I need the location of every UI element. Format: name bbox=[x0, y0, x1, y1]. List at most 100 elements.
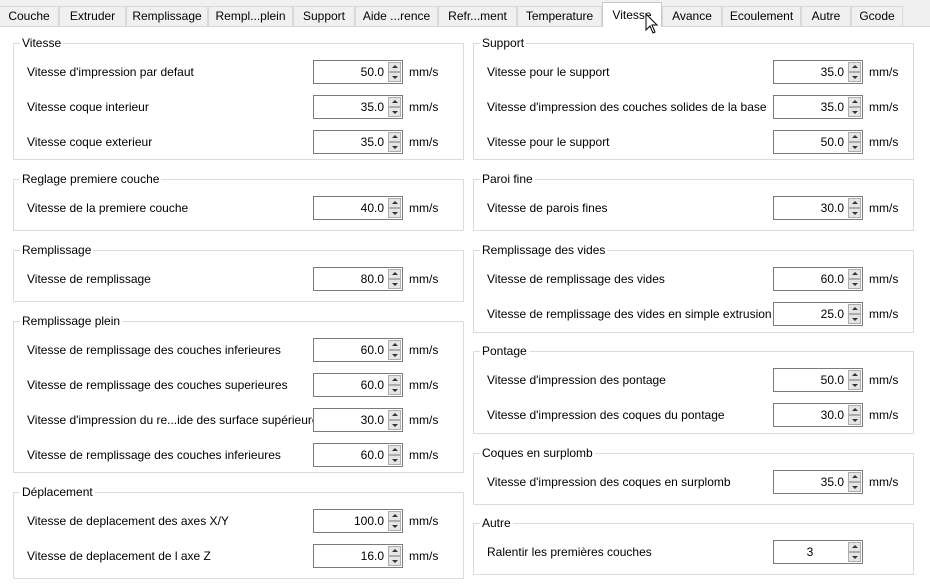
thin-walls-speed-spinbox[interactable] bbox=[773, 196, 863, 220]
spin-up-arrow-icon[interactable] bbox=[388, 410, 401, 420]
spin-up-arrow-icon[interactable] bbox=[388, 546, 401, 556]
tab-aide-adherence[interactable]: Aide ...rence bbox=[355, 6, 438, 26]
single-extrusion-gap-fill-spinbox[interactable] bbox=[773, 302, 863, 326]
spinbox-input[interactable] bbox=[314, 510, 388, 532]
spinbox-input[interactable] bbox=[774, 131, 848, 153]
spin-down-arrow-icon[interactable] bbox=[848, 552, 861, 562]
spinbox-input[interactable] bbox=[774, 471, 848, 493]
spinbox-input[interactable] bbox=[774, 197, 848, 219]
spinbox-input[interactable] bbox=[314, 444, 388, 466]
spin-up-arrow-icon[interactable] bbox=[388, 269, 401, 279]
inner-shell-speed-spinbox[interactable] bbox=[313, 95, 403, 119]
spin-up-arrow-icon[interactable] bbox=[388, 340, 401, 350]
spin-up-arrow-icon[interactable] bbox=[848, 405, 861, 415]
bottom-layers-speed-spinbox[interactable] bbox=[313, 338, 403, 362]
spin-up-arrow-icon[interactable] bbox=[848, 542, 861, 552]
spin-down-arrow-icon[interactable] bbox=[388, 420, 401, 430]
support-speed-2-spinbox[interactable] bbox=[773, 130, 863, 154]
tab-couche[interactable]: Couche bbox=[0, 6, 59, 26]
bridge-speed-spinbox[interactable] bbox=[773, 368, 863, 392]
spin-up-arrow-icon[interactable] bbox=[848, 198, 861, 208]
tab-gcode[interactable]: Gcode bbox=[851, 6, 903, 26]
spin-up-arrow-icon[interactable] bbox=[388, 375, 401, 385]
spinbox-input[interactable] bbox=[314, 197, 388, 219]
spinbox-input[interactable] bbox=[774, 303, 848, 325]
spin-down-arrow-icon[interactable] bbox=[388, 279, 401, 289]
default-speed-spinbox[interactable] bbox=[313, 60, 403, 84]
mouse-cursor-icon bbox=[645, 13, 659, 34]
spin-down-arrow-icon[interactable] bbox=[848, 380, 861, 390]
spinbox-input[interactable] bbox=[774, 541, 848, 563]
spin-up-arrow-icon[interactable] bbox=[388, 445, 401, 455]
tab-refroidissement[interactable]: Refr...ment bbox=[438, 6, 517, 26]
z-travel-speed-spinbox[interactable] bbox=[313, 544, 403, 568]
spin-down-arrow-icon[interactable] bbox=[388, 72, 401, 82]
gap-fill-speed-spinbox[interactable] bbox=[773, 267, 863, 291]
spinbox-input[interactable] bbox=[314, 545, 388, 567]
spinbox-input[interactable] bbox=[314, 409, 388, 431]
spin-down-arrow-icon[interactable] bbox=[388, 208, 401, 218]
xy-travel-speed-spinbox[interactable] bbox=[313, 509, 403, 533]
tab-remplissage-plein[interactable]: Rempl...plein bbox=[208, 6, 293, 26]
spin-up-arrow-icon[interactable] bbox=[848, 132, 861, 142]
spin-down-arrow-icon[interactable] bbox=[388, 142, 401, 152]
tab-ecoulement[interactable]: Ecoulement bbox=[722, 6, 801, 26]
infill-speed-spinbox[interactable] bbox=[313, 267, 403, 291]
outer-shell-speed-spinbox[interactable] bbox=[313, 130, 403, 154]
spin-down-arrow-icon[interactable] bbox=[848, 482, 861, 492]
spin-up-arrow-icon[interactable] bbox=[848, 304, 861, 314]
tab-remplissage[interactable]: Remplissage bbox=[126, 6, 208, 26]
spin-down-arrow-icon[interactable] bbox=[848, 107, 861, 117]
tab-support[interactable]: Support bbox=[293, 6, 355, 26]
spinbox-input[interactable] bbox=[774, 268, 848, 290]
spin-up-arrow-icon[interactable] bbox=[848, 370, 861, 380]
spinbox-input[interactable] bbox=[774, 369, 848, 391]
spin-up-arrow-icon[interactable] bbox=[388, 62, 401, 72]
setting-label: Vitesse d'impression des coques du ponta… bbox=[487, 408, 725, 422]
spinbox-input[interactable] bbox=[314, 96, 388, 118]
spin-down-arrow-icon[interactable] bbox=[848, 208, 861, 218]
spin-down-arrow-icon[interactable] bbox=[388, 556, 401, 566]
top-layers-speed-spinbox[interactable] bbox=[313, 373, 403, 397]
bridge-shells-speed-spinbox[interactable] bbox=[773, 403, 863, 427]
bottom-layers-speed-2-spinbox[interactable] bbox=[313, 443, 403, 467]
spin-down-arrow-icon[interactable] bbox=[388, 385, 401, 395]
spinbox-input[interactable] bbox=[314, 339, 388, 361]
spin-down-arrow-icon[interactable] bbox=[388, 350, 401, 360]
spin-down-arrow-icon[interactable] bbox=[848, 72, 861, 82]
overhang-speed-spinbox[interactable] bbox=[773, 470, 863, 494]
spinbox-input[interactable] bbox=[314, 374, 388, 396]
spin-up-arrow-icon[interactable] bbox=[388, 511, 401, 521]
spin-up-arrow-icon[interactable] bbox=[848, 269, 861, 279]
spin-down-arrow-icon[interactable] bbox=[388, 107, 401, 117]
spin-down-arrow-icon[interactable] bbox=[388, 521, 401, 531]
setting-row: Vitesse de remplissage des couches super… bbox=[14, 373, 463, 397]
support-base-speed-spinbox[interactable] bbox=[773, 95, 863, 119]
tab-avance[interactable]: Avance bbox=[662, 6, 722, 26]
top-surface-speed-spinbox[interactable] bbox=[313, 408, 403, 432]
spin-down-arrow-icon[interactable] bbox=[848, 279, 861, 289]
spin-up-arrow-icon[interactable] bbox=[388, 97, 401, 107]
tab-temperature[interactable]: Temperature bbox=[517, 6, 602, 26]
spin-up-arrow-icon[interactable] bbox=[388, 198, 401, 208]
spinbox-input[interactable] bbox=[774, 61, 848, 83]
spinbox-input[interactable] bbox=[314, 61, 388, 83]
spinbox-input[interactable] bbox=[774, 96, 848, 118]
support-speed-spinbox[interactable] bbox=[773, 60, 863, 84]
spin-down-arrow-icon[interactable] bbox=[848, 314, 861, 324]
spinbox-input[interactable] bbox=[314, 131, 388, 153]
tab-extruder[interactable]: Extruder bbox=[59, 6, 126, 26]
spinbox-buttons bbox=[388, 62, 401, 82]
tab-autre[interactable]: Autre bbox=[801, 6, 851, 26]
spin-down-arrow-icon[interactable] bbox=[848, 415, 861, 425]
spinbox-input[interactable] bbox=[314, 268, 388, 290]
spin-up-arrow-icon[interactable] bbox=[388, 132, 401, 142]
spin-up-arrow-icon[interactable] bbox=[848, 62, 861, 72]
spin-down-arrow-icon[interactable] bbox=[848, 142, 861, 152]
spin-up-arrow-icon[interactable] bbox=[848, 97, 861, 107]
slow-first-layers-spinbox[interactable] bbox=[773, 540, 863, 564]
spinbox-input[interactable] bbox=[774, 404, 848, 426]
first-layer-speed-spinbox[interactable] bbox=[313, 196, 403, 220]
spin-down-arrow-icon[interactable] bbox=[388, 455, 401, 465]
spin-up-arrow-icon[interactable] bbox=[848, 472, 861, 482]
